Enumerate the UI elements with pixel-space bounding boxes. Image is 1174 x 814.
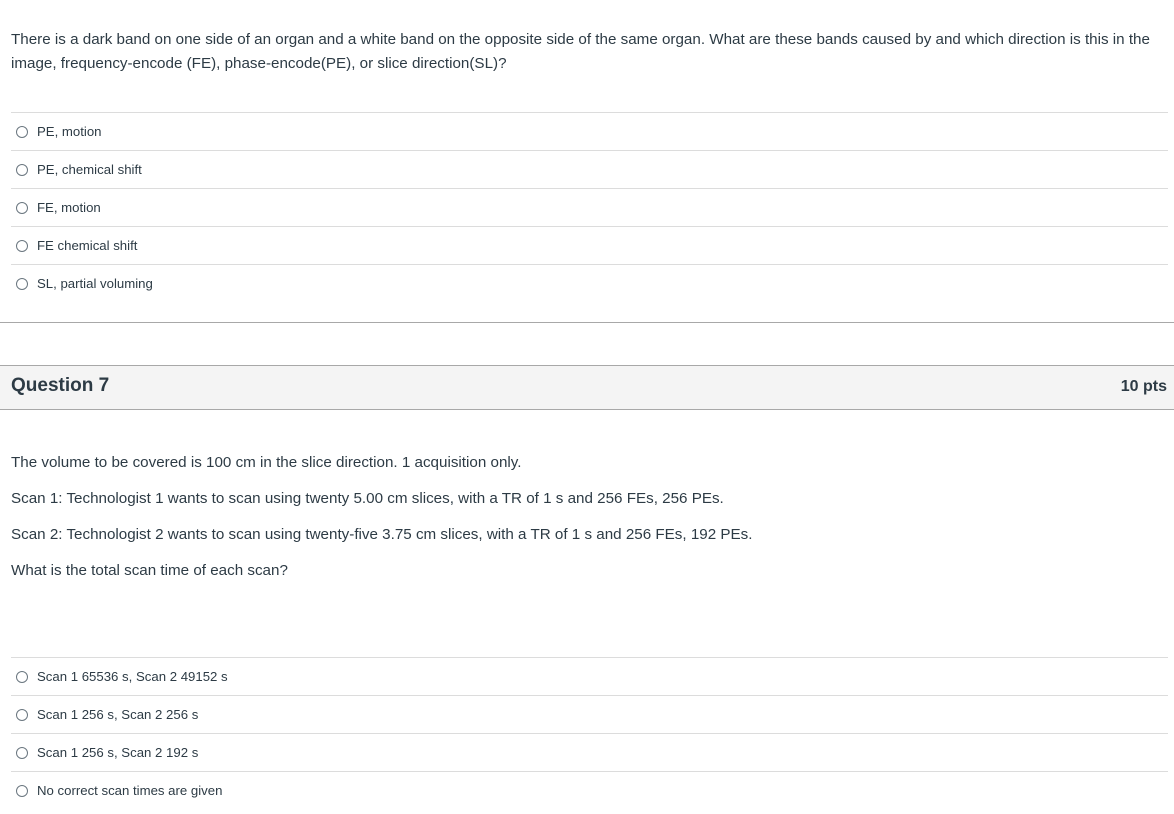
answer-option[interactable]: PE, chemical shift: [11, 150, 1168, 188]
question-title: Question 7: [11, 375, 110, 396]
question-7-answers: Scan 1 65536 s, Scan 2 49152 s Scan 1 25…: [11, 657, 1168, 809]
question-divider: [0, 322, 1174, 323]
answer-option[interactable]: FE chemical shift: [11, 226, 1168, 264]
answer-label: No correct scan times are given: [37, 783, 223, 798]
radio-unchecked-icon[interactable]: [16, 125, 28, 138]
answer-label: FE chemical shift: [37, 238, 138, 253]
answer-option[interactable]: PE, motion: [11, 112, 1168, 150]
radio-unchecked-icon[interactable]: [16, 670, 28, 683]
question-points: 10 pts: [1120, 378, 1167, 395]
answer-option[interactable]: No correct scan times are given: [11, 771, 1168, 809]
radio-unchecked-icon[interactable]: [16, 746, 28, 759]
answer-option[interactable]: SL, partial voluming: [11, 264, 1168, 302]
radio-unchecked-icon[interactable]: [16, 708, 28, 721]
answer-label: Scan 1 65536 s, Scan 2 49152 s: [37, 669, 228, 684]
answer-label: SL, partial voluming: [37, 276, 153, 291]
answer-option[interactable]: FE, motion: [11, 188, 1168, 226]
radio-unchecked-icon[interactable]: [16, 239, 28, 252]
answer-option[interactable]: Scan 1 256 s, Scan 2 192 s: [11, 733, 1168, 771]
answer-label: Scan 1 256 s, Scan 2 192 s: [37, 745, 199, 760]
question-7-header: Question 7 10 pts: [0, 365, 1174, 410]
answer-option[interactable]: Scan 1 256 s, Scan 2 256 s: [11, 695, 1168, 733]
radio-unchecked-icon[interactable]: [16, 201, 28, 214]
question-6-text: There is a dark band on one side of an o…: [11, 31, 1150, 72]
question-paragraph: Scan 2: Technologist 2 wants to scan usi…: [11, 526, 753, 543]
radio-unchecked-icon[interactable]: [16, 784, 28, 797]
question-paragraph: Scan 1: Technologist 1 wants to scan usi…: [11, 490, 724, 507]
question-paragraph: What is the total scan time of each scan…: [11, 562, 288, 579]
answer-label: PE, chemical shift: [37, 162, 142, 177]
radio-unchecked-icon[interactable]: [16, 163, 28, 176]
question-6-answers: PE, motion PE, chemical shift FE, motion…: [11, 112, 1168, 302]
question-paragraph: The volume to be covered is 100 cm in th…: [11, 454, 522, 471]
radio-unchecked-icon[interactable]: [16, 277, 28, 290]
answer-label: PE, motion: [37, 124, 102, 139]
answer-label: Scan 1 256 s, Scan 2 256 s: [37, 707, 199, 722]
answer-label: FE, motion: [37, 200, 101, 215]
question-7-text: The volume to be covered is 100 cm in th…: [11, 453, 1166, 597]
answer-option[interactable]: Scan 1 65536 s, Scan 2 49152 s: [11, 657, 1168, 695]
